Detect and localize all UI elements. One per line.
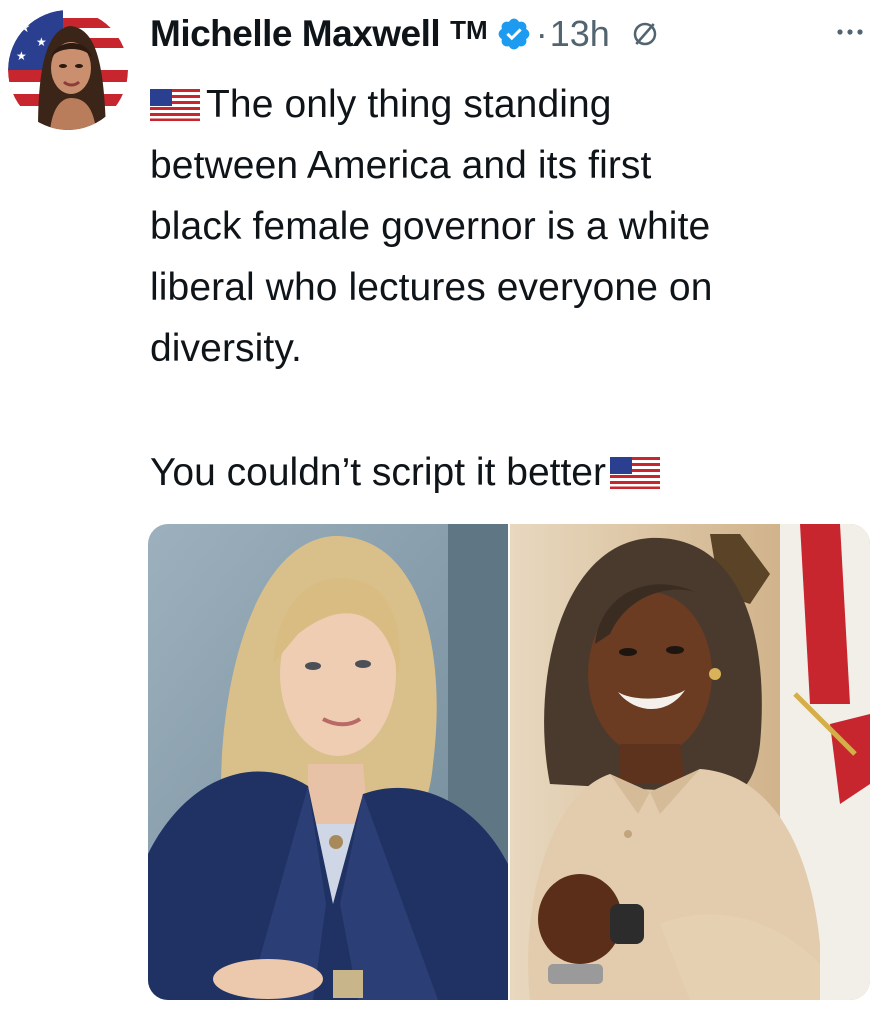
author-name[interactable]: Michelle Maxwell [150, 13, 441, 55]
tweet: ★ ★ ★ Michelle Maxwell TM · 13h The only… [0, 0, 893, 1024]
verified-badge-icon [496, 16, 532, 52]
tweet-text-line-2: between America and its first [150, 144, 652, 187]
avatar[interactable]: ★ ★ ★ [8, 10, 128, 130]
tweet-text-line-5: diversity. [150, 327, 302, 370]
svg-text:★: ★ [16, 49, 27, 63]
photo-right[interactable] [510, 524, 870, 1000]
author-trademark: TM [450, 14, 488, 45]
svg-text:★: ★ [18, 20, 31, 36]
svg-text:★: ★ [36, 35, 47, 49]
tweet-header: Michelle Maxwell TM · 13h [150, 6, 660, 62]
tweet-text: The only thing standing between America … [150, 74, 870, 379]
photo-left[interactable] [148, 524, 508, 1000]
timestamp[interactable]: 13h [550, 13, 610, 55]
tweet-media[interactable] [148, 524, 870, 1000]
closing-text: You couldn’t script it better [150, 451, 606, 494]
more-icon[interactable] [830, 14, 870, 50]
us-flag-icon [150, 78, 200, 121]
tweet-text-line-1: The only thing standing [206, 83, 612, 126]
tweet-text-line-3: black female governor is a white [150, 205, 711, 248]
tweet-text-line: The only thing standing [150, 74, 870, 135]
tweet-text-line-4: liberal who lectures everyone on [150, 266, 713, 309]
separator-dot: · [535, 13, 548, 54]
no-reply-icon [630, 19, 660, 49]
tweet-text-closing: You couldn’t script it better [150, 442, 660, 503]
us-flag-icon [609, 446, 660, 489]
